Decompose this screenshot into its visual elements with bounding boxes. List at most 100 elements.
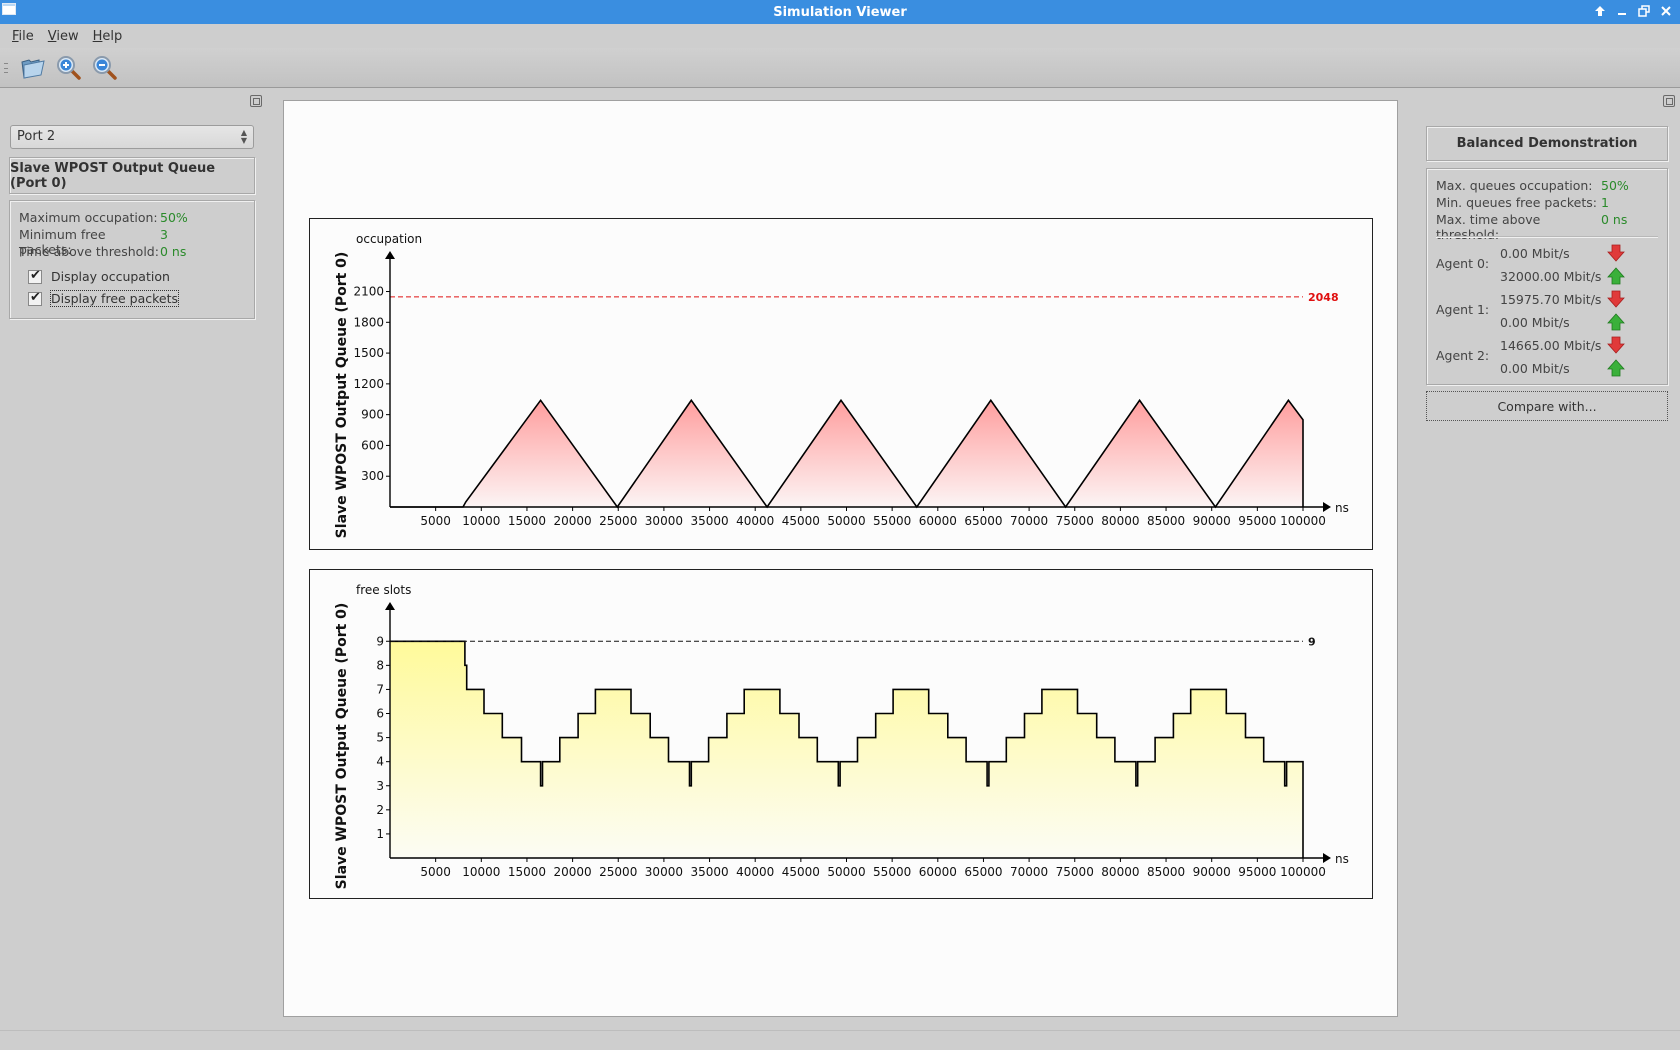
x-tick-label: 40000	[736, 514, 774, 528]
x-tick-label: 65000	[964, 514, 1002, 528]
summary-label: Max. queues occupation:	[1436, 178, 1593, 193]
window-titlebar: Simulation Viewer	[0, 0, 1680, 24]
x-tick-label: 35000	[690, 514, 728, 528]
arrow-up-green-icon	[1607, 359, 1625, 377]
arrow-up-green-icon	[1607, 313, 1625, 331]
close-button[interactable]	[1658, 2, 1674, 20]
x-axis-arrow	[1323, 502, 1331, 512]
menu-view[interactable]: View	[48, 29, 89, 44]
display-free-packets-checkbox[interactable]: Display free packets	[28, 290, 180, 307]
scenario-title-label: Balanced Demonstration	[1456, 136, 1638, 151]
y-axis-arrow	[385, 602, 395, 610]
open-button[interactable]	[18, 53, 48, 83]
x-tick-label: 50000	[827, 514, 865, 528]
x-tick-label: 10000	[462, 514, 500, 528]
y-tick-label: 4	[376, 755, 384, 769]
y-tick-label: 8	[376, 658, 384, 672]
summary-max-occupation: Max. queues occupation: 50%	[1436, 178, 1629, 193]
checkbox-label: Display occupation	[51, 269, 170, 284]
right-dock-float-button[interactable]	[1663, 95, 1675, 107]
checkbox-checked-icon[interactable]	[28, 290, 42, 306]
x-tick-label: 5000	[420, 514, 451, 528]
folder-open-icon	[21, 58, 45, 79]
queue-title: Slave WPOST Output Queue (Port 0)	[9, 157, 255, 194]
threshold-label: 2048	[1308, 291, 1339, 304]
x-tick-label: 45000	[782, 514, 820, 528]
y-axis-caption: free slots	[356, 583, 411, 597]
agent-1-up-rate: 0.00 Mbit/s	[1500, 315, 1570, 330]
minimize-icon	[1618, 13, 1626, 15]
x-tick-label: 10000	[462, 865, 500, 879]
display-occupation-checkbox[interactable]: Display occupation	[28, 268, 170, 284]
x-tick-label: 20000	[554, 514, 592, 528]
app-icon[interactable]	[2, 3, 16, 15]
y-axis-arrow	[385, 251, 395, 259]
x-tick-label: 55000	[873, 514, 911, 528]
stat-value: 0 ns	[160, 244, 187, 259]
x-tick-label: 40000	[736, 865, 774, 879]
y-tick-label: 1800	[353, 315, 384, 329]
agent-2-down-rate: 14665.00 Mbit/s	[1500, 338, 1602, 353]
x-axis-arrow	[1323, 853, 1331, 863]
agent-2-up-rate: 0.00 Mbit/s	[1500, 361, 1570, 376]
x-tick-label: 15000	[508, 514, 546, 528]
checkbox-checked-icon[interactable]	[28, 268, 42, 284]
summary-label: Max. time above threshold:	[1436, 212, 1541, 242]
queue-stats-box: Maximum occupation: 50% Minimum free pac…	[9, 200, 255, 319]
x-axis-label: ns	[1335, 852, 1349, 866]
stat-label: Time above threshold:	[19, 244, 159, 259]
x-tick-label: 75000	[1056, 865, 1094, 879]
agent-1-down-rate: 15975.70 Mbit/s	[1500, 292, 1602, 307]
maximize-button[interactable]	[1636, 2, 1652, 20]
y-axis-title: Slave WPOST Output Queue (Port 0)	[334, 252, 350, 539]
restore-icon	[1638, 5, 1650, 17]
y-tick-label: 600	[361, 438, 384, 452]
agent-0-up-rate: 32000.00 Mbit/s	[1500, 269, 1602, 284]
x-tick-label: 100000	[1280, 865, 1326, 879]
x-tick-label: 90000	[1193, 514, 1231, 528]
compare-with-button[interactable]: Compare with...	[1426, 391, 1668, 421]
y-tick-label: 900	[361, 408, 384, 422]
x-tick-label: 35000	[690, 865, 728, 879]
zoom-in-button[interactable]	[54, 53, 84, 83]
scenario-title: Balanced Demonstration	[1426, 126, 1668, 161]
threshold-label: 9	[1308, 635, 1316, 648]
stat-label: Maximum occupation:	[19, 210, 158, 225]
y-tick-label: 1200	[353, 377, 384, 391]
agent-0-down-rate: 0.00 Mbit/s	[1500, 246, 1570, 261]
summary-min-free-packets: Min. queues free packets: 1	[1436, 195, 1609, 210]
stat-value: 50%	[160, 210, 188, 225]
summary-value: 50%	[1601, 178, 1629, 193]
menu-file[interactable]: File	[12, 29, 44, 44]
checkbox-label: Display free packets	[49, 290, 180, 307]
left-dock-float-button[interactable]	[250, 95, 262, 107]
port-select[interactable]: Port 2 ▲ ▼	[10, 125, 254, 149]
menu-view-label: iew	[56, 28, 79, 44]
x-tick-label: 70000	[1010, 865, 1048, 879]
scenario-summary-box: Max. queues occupation: 50% Min. queues …	[1426, 168, 1668, 385]
x-tick-label: 80000	[1101, 865, 1139, 879]
keep-above-button[interactable]	[1592, 2, 1608, 20]
series-area	[390, 641, 1303, 858]
x-tick-label: 85000	[1147, 514, 1185, 528]
summary-value: 0 ns	[1601, 212, 1628, 227]
x-tick-label: 60000	[919, 865, 957, 879]
summary-label: Min. queues free packets:	[1436, 195, 1597, 210]
agent-2-label: Agent 2:	[1436, 348, 1490, 363]
x-axis-label: ns	[1335, 501, 1349, 515]
x-tick-label: 95000	[1238, 514, 1276, 528]
stat-time-above-threshold: Time above threshold: 0 ns	[19, 244, 186, 259]
y-tick-label: 7	[376, 682, 384, 696]
menu-help[interactable]: Help	[93, 29, 133, 44]
toolbar	[0, 48, 1680, 88]
x-tick-label: 80000	[1101, 514, 1139, 528]
zoom-out-button[interactable]	[90, 53, 120, 83]
x-tick-label: 50000	[827, 865, 865, 879]
y-tick-label: 9	[376, 634, 384, 648]
spin-arrows-icon: ▲ ▼	[240, 128, 247, 145]
x-tick-label: 30000	[645, 865, 683, 879]
minimize-button[interactable]	[1614, 2, 1630, 20]
toolbar-grip[interactable]	[4, 62, 8, 73]
y-tick-label: 6	[376, 707, 384, 721]
menu-help-mnemonic: H	[92, 28, 103, 44]
